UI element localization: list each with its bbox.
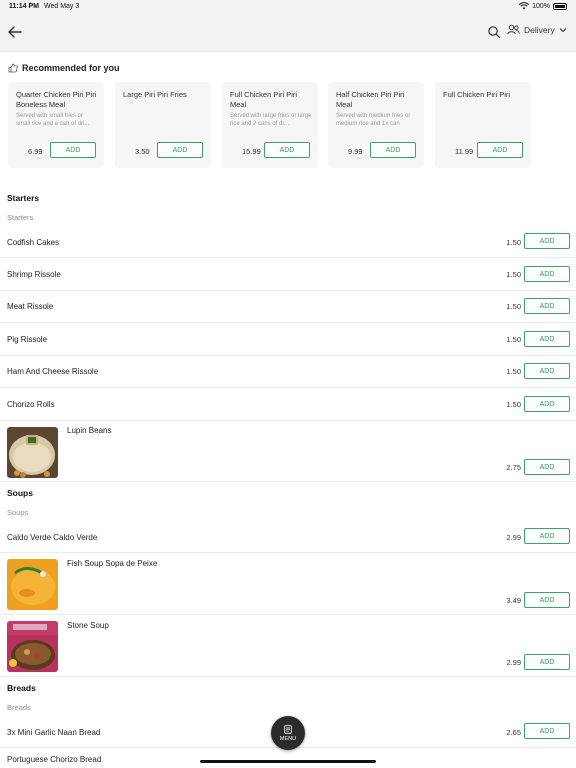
- section-subheading-breads: Breads: [7, 703, 31, 712]
- item-image-stone-soup: [7, 621, 58, 672]
- search-icon[interactable]: [487, 25, 501, 39]
- section-subheading-starters: Starters: [7, 213, 34, 222]
- add-button[interactable]: ADD: [524, 459, 570, 475]
- item-price: 1.50: [506, 302, 521, 311]
- card-description: Served with medium fries or medium rice …: [336, 113, 411, 127]
- add-button[interactable]: ADD: [524, 266, 570, 282]
- add-button[interactable]: ADD: [524, 363, 570, 379]
- item-price: 2.99: [506, 658, 521, 667]
- item-name: Meat Rissole: [7, 302, 54, 311]
- card-description: Served with small fries or small rice an…: [16, 113, 90, 127]
- battery-percent: 100%: [532, 2, 550, 10]
- add-button[interactable]: ADD: [157, 142, 203, 158]
- item-name: 3x Mini Garlic Naan Bread: [7, 728, 101, 737]
- add-button[interactable]: ADD: [524, 233, 570, 249]
- delivery-label: Delivery: [524, 24, 555, 35]
- card-price: 11.99: [455, 147, 474, 156]
- menu-item-row[interactable]: Portuguese Chorizo Bread: [0, 748, 576, 768]
- add-button[interactable]: ADD: [477, 142, 523, 158]
- delivery-selector[interactable]: Delivery: [507, 24, 567, 35]
- menu-item-row[interactable]: Chorizo Rolls 1.50 ADD: [0, 388, 576, 421]
- menu-button-label: MENU: [279, 735, 297, 742]
- item-image-lupin-beans: [7, 427, 58, 478]
- status-time: 11:14 PM: [9, 3, 39, 10]
- item-name: Pig Rissole: [7, 335, 48, 344]
- users-icon: [507, 24, 520, 35]
- card-title: Full Chicken Piri Piri Meal: [230, 90, 298, 109]
- recommended-card[interactable]: Half Chicken Piri Piri Meal Served with …: [328, 82, 424, 168]
- item-name: Lupin Beans: [67, 426, 112, 435]
- status-bar: 11:14 PM Wed May 3 100%: [0, 0, 576, 14]
- battery-icon: [553, 2, 567, 10]
- card-description: Served with large fries or large rice an…: [230, 113, 312, 127]
- recommended-title: Recommended for you: [22, 63, 120, 73]
- item-name: Codfish Cakes: [7, 238, 60, 247]
- add-button[interactable]: ADD: [264, 142, 310, 158]
- card-title: Large Piri Piri Fries: [123, 90, 187, 99]
- menu-item-row[interactable]: Codfish Cakes 1.50 ADD: [0, 226, 576, 258]
- top-bar: Delivery: [0, 14, 576, 52]
- add-button[interactable]: ADD: [524, 396, 570, 412]
- section-heading-starters: Starters: [7, 193, 40, 203]
- card-price: 9.99: [348, 147, 363, 156]
- recommended-card[interactable]: Full Chicken Piri Piri 11.99 ADD: [435, 82, 531, 168]
- card-price: 6.99: [28, 147, 43, 156]
- recommended-carousel[interactable]: Quarter Chicken Piri Piri Boneless Meal …: [8, 82, 576, 168]
- add-button[interactable]: ADD: [524, 528, 570, 544]
- status-right: 100%: [519, 2, 567, 10]
- menu-item-row[interactable]: Shrimp Rissole 1.50 ADD: [0, 258, 576, 291]
- item-price: 1.50: [506, 270, 521, 279]
- card-title: Half Chicken Piri Piri Meal: [336, 90, 405, 109]
- add-button[interactable]: ADD: [524, 654, 570, 670]
- item-price: 2.99: [506, 533, 521, 542]
- item-price: 2.65: [506, 728, 521, 737]
- item-name: Portuguese Chorizo Bread: [7, 755, 102, 764]
- item-price: 2.75: [506, 463, 521, 472]
- add-button[interactable]: ADD: [50, 142, 96, 158]
- section-subheading-soups: Soups: [7, 508, 29, 517]
- chevron-down-icon: [559, 27, 567, 32]
- card-title: Quarter Chicken Piri Piri Boneless Meal: [16, 90, 97, 109]
- menu-item-row[interactable]: Lupin Beans 2.75 ADD: [0, 421, 576, 482]
- menu-item-row[interactable]: Fish Soup Sopa de Peixe 3.49 ADD: [0, 553, 576, 615]
- status-date: Wed May 3: [44, 3, 80, 10]
- item-name: Ham And Cheese Rissole: [7, 367, 99, 376]
- item-image-fish-soup: [7, 559, 58, 610]
- back-arrow-icon[interactable]: [6, 23, 24, 41]
- recommended-card[interactable]: Full Chicken Piri Piri Meal Served with …: [222, 82, 318, 168]
- menu-item-row[interactable]: Pig Rissole 1.50 ADD: [0, 323, 576, 356]
- section-heading-soups: Soups: [7, 488, 33, 498]
- item-name: Stone Soup: [67, 621, 109, 630]
- item-name: Chorizo Rolls: [7, 400, 55, 409]
- add-button[interactable]: ADD: [370, 142, 416, 158]
- item-price: 1.50: [506, 400, 521, 409]
- add-button[interactable]: ADD: [524, 592, 570, 608]
- menu-item-row[interactable]: Stone Soup 2.99 ADD: [0, 615, 576, 677]
- card-title: Full Chicken Piri Piri: [443, 90, 511, 99]
- item-name: Caldo Verde Caldo Verde: [7, 533, 98, 542]
- item-name: Fish Soup Sopa de Peixe: [67, 559, 158, 568]
- item-price: 1.50: [506, 335, 521, 344]
- recommended-card[interactable]: Large Piri Piri Fries 3.50 ADD: [115, 82, 211, 168]
- menu-item-row[interactable]: Ham And Cheese Rissole 1.50 ADD: [0, 356, 576, 388]
- item-price: 3.49: [506, 596, 521, 605]
- add-button[interactable]: ADD: [524, 331, 570, 347]
- home-indicator[interactable]: [200, 760, 376, 763]
- item-name: Shrimp Rissole: [7, 270, 61, 279]
- menu-item-row[interactable]: Caldo Verde Caldo Verde 2.99 ADD: [0, 521, 576, 553]
- card-price: 3.50: [135, 147, 150, 156]
- add-button[interactable]: ADD: [524, 723, 570, 739]
- item-price: 1.50: [506, 367, 521, 376]
- section-heading-breads: Breads: [7, 683, 36, 693]
- recommended-card[interactable]: Quarter Chicken Piri Piri Boneless Meal …: [8, 82, 104, 168]
- card-price: 15.99: [242, 147, 261, 156]
- menu-icon: [284, 724, 292, 734]
- add-button[interactable]: ADD: [524, 298, 570, 314]
- item-price: 1.50: [506, 238, 521, 247]
- recommended-heading: Recommended for you: [8, 63, 120, 73]
- wifi-icon: [519, 2, 530, 10]
- menu-item-row[interactable]: Meat Rissole 1.50 ADD: [0, 291, 576, 323]
- thumbs-up-icon: [8, 63, 18, 73]
- menu-button[interactable]: MENU: [271, 716, 305, 750]
